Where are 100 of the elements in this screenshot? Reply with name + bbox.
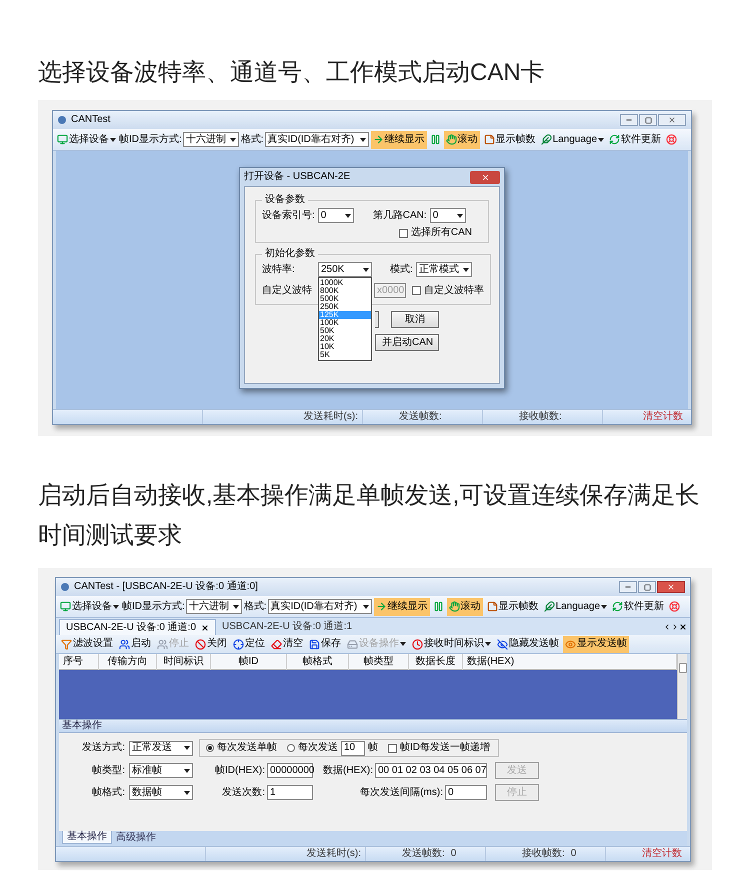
status-value: 0 (450, 849, 456, 859)
field-label: 发送方式: (81, 743, 125, 753)
panel-tab[interactable]: 高级操作 (112, 831, 160, 844)
dialog-title: 打开设备 - USBCAN-2E (244, 172, 350, 182)
field-label: 第几路CAN: (372, 210, 427, 220)
toolbar-button[interactable]: 显示发送帧 (563, 636, 629, 652)
list-option[interactable]: 10K (319, 343, 371, 351)
input-field[interactable]: 00 01 02 03 04 05 06 07 (375, 763, 487, 778)
section-heading: 选择设备波特率、通道号、工作模式启动CAN卡 (38, 58, 546, 88)
input-field[interactable]: 1 (267, 785, 313, 800)
hand-icon (446, 134, 457, 145)
radio-button[interactable] (287, 744, 295, 752)
field-label: 每次发送单帧 (217, 743, 277, 753)
caret-icon (598, 138, 604, 142)
group-title: 初始化参数 (264, 249, 316, 259)
field-label: 帧ID(HEX): (214, 766, 265, 776)
dropdown[interactable]: 数据帧 (129, 785, 193, 800)
checkbox[interactable] (412, 286, 421, 295)
toolbar-button[interactable]: 清空 (269, 636, 305, 652)
input-field[interactable]: 0 (445, 785, 487, 800)
dropdown[interactable]: 0 (318, 208, 354, 223)
toolbar-button[interactable]: 软件更新 (610, 598, 666, 616)
list-option[interactable]: 1000K (319, 279, 371, 287)
document-tab[interactable]: USBCAN-2E-U 设备:0 通道:0 (59, 619, 216, 635)
panel-tab[interactable]: 基本操作 (62, 831, 112, 844)
button-edge[interactable] (375, 311, 379, 328)
dropdown[interactable]: 真实ID(ID靠右对齐) (264, 132, 369, 147)
status-label: 接收帧数: (519, 412, 562, 422)
dropdown[interactable]: 正常发送 (129, 740, 193, 756)
list-option[interactable]: 50K (319, 327, 371, 335)
toolbar-button[interactable]: 继续显示 (374, 598, 430, 616)
field-label: 格式: (240, 134, 264, 144)
feather-icon (544, 601, 555, 612)
list-option[interactable]: 5K (319, 351, 371, 359)
app-icon (61, 583, 69, 591)
toolbar-button[interactable]: 定位 (231, 636, 267, 652)
input-field[interactable]: 10 (341, 740, 365, 756)
caret-icon (485, 642, 491, 646)
toolbar-button[interactable]: 滚动 (444, 130, 480, 148)
status-label: 发送帧数: (399, 412, 442, 422)
menu-button[interactable]: Language (542, 598, 608, 616)
checkbox[interactable] (388, 744, 397, 752)
dropdown[interactable]: 正常模式 (416, 262, 472, 277)
menu-button[interactable]: Language (540, 130, 606, 148)
status-label: 发送耗时(s): (306, 849, 361, 859)
menu-button[interactable]: 选择设备 (59, 598, 120, 616)
minimize-button[interactable] (620, 114, 638, 126)
list-option[interactable]: 20K (319, 335, 371, 343)
chevron-right-icon[interactable] (671, 623, 679, 631)
scrollbar[interactable] (677, 654, 687, 719)
dropdown[interactable]: 标准帧 (129, 763, 193, 778)
dialog-button[interactable]: 并启动CAN (375, 334, 439, 351)
toolbar-button[interactable]: 关闭 (193, 636, 229, 652)
toolbar-button[interactable]: 继续显示 (370, 130, 427, 148)
group-title: 设备参数 (264, 195, 306, 205)
dialog-button[interactable]: 取消 (391, 311, 439, 328)
close-icon[interactable] (679, 623, 687, 631)
list-option[interactable]: 500K (319, 295, 371, 303)
list-option[interactable]: 100K (319, 319, 371, 327)
maximize-button[interactable] (638, 581, 656, 593)
chevron-left-icon[interactable] (663, 623, 671, 631)
field-label: 帧ID显示方式: (119, 134, 182, 144)
clear-count-link[interactable]: 清空计数 (643, 412, 691, 422)
toolbar-button[interactable]: 滚动 (446, 598, 483, 616)
toolbar-button[interactable]: 滤波设置 (59, 636, 115, 652)
menu-button[interactable]: 选择设备 (56, 130, 117, 148)
monitor-icon (60, 601, 71, 612)
document-tab[interactable]: USBCAN-2E-U 设备:0 通道:1 (216, 619, 358, 635)
caret-icon (184, 790, 190, 794)
toolbar-button[interactable]: 隐藏发送帧 (495, 636, 561, 652)
list-option[interactable]: 250K (319, 303, 371, 311)
dropdown[interactable]: 250K (318, 262, 372, 277)
refresh-icon (609, 134, 620, 145)
toolbar-button[interactable]: 启动 (117, 636, 153, 652)
section-heading: 启动后自动接收,基本操作满足单帧发送,可设置连续保存满足长时间测试要求 (38, 481, 700, 551)
input-field[interactable]: 00000000 (267, 763, 313, 778)
toolbar-button[interactable]: 软件更新 (607, 130, 664, 148)
dropdown[interactable]: 0 (430, 208, 466, 223)
eraser-icon (271, 638, 282, 650)
note-icon (484, 134, 495, 145)
toolbar-button[interactable]: 保存 (307, 636, 343, 652)
caret-icon (113, 604, 119, 608)
radio-button[interactable] (206, 744, 214, 752)
minimize-button[interactable] (619, 581, 637, 593)
window-title: CANTest - [USBCAN-2E-U 设备:0 通道:0] (74, 582, 258, 592)
checkbox[interactable] (398, 228, 408, 238)
dropdown[interactable]: 十六进制 (182, 132, 239, 147)
dropdown[interactable]: 真实ID(ID靠右对齐) (268, 599, 372, 614)
hand-icon (448, 601, 460, 612)
panel-title: 基本操作 (62, 721, 102, 731)
list-option[interactable]: 800K (319, 287, 371, 295)
dropdown[interactable]: 十六进制 (186, 599, 242, 614)
close-button[interactable] (470, 170, 500, 184)
toolbar-button[interactable]: 显示帧数 (482, 130, 538, 148)
lifebuoy-icon (666, 134, 678, 145)
maximize-button[interactable] (639, 114, 657, 126)
clear-count-link[interactable]: 清空计数 (642, 849, 690, 859)
toolbar-button[interactable]: 显示帧数 (484, 598, 541, 616)
eye-icon (565, 638, 576, 650)
menu-button[interactable]: 接收时间标识 (410, 636, 493, 652)
